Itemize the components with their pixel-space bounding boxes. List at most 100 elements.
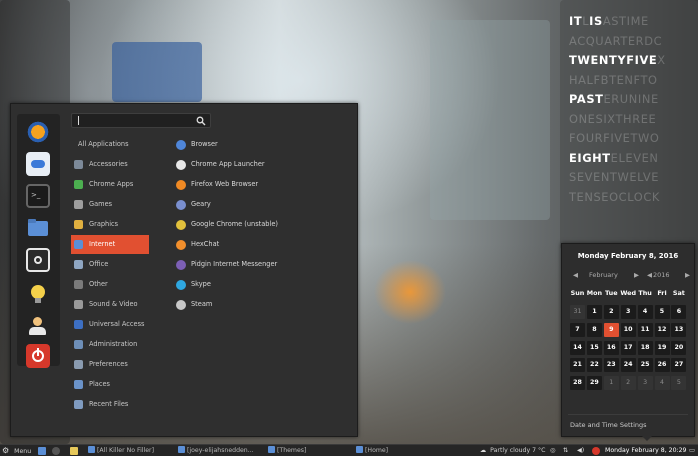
lightbulb-icon[interactable]: [26, 282, 50, 306]
category-administration[interactable]: Administration: [71, 335, 149, 354]
app-item[interactable]: Geary: [173, 195, 343, 214]
category-preferences[interactable]: Preferences: [71, 355, 149, 374]
user-applet-icon[interactable]: ◎: [550, 445, 555, 456]
calendar-day[interactable]: 13: [671, 322, 687, 337]
prev-month-icon[interactable]: ◀: [573, 271, 578, 279]
category-recent-files[interactable]: Recent Files: [71, 395, 149, 414]
search-box[interactable]: [71, 113, 211, 128]
category-office[interactable]: Office: [71, 255, 149, 274]
terminal-icon[interactable]: >_: [26, 184, 50, 208]
network-icon[interactable]: ⇅: [563, 445, 568, 456]
menu-applet[interactable]: ⚙ Menu: [2, 445, 31, 456]
calendar-day[interactable]: 26: [654, 358, 670, 373]
category-label: Games: [89, 200, 113, 208]
category-universal-access[interactable]: Universal Access: [71, 315, 149, 334]
weather-applet[interactable]: ☁ Partly cloudy 7 °C: [480, 445, 545, 456]
user-logout-icon[interactable]: [26, 314, 50, 338]
calendar-day[interactable]: 7: [570, 322, 585, 337]
category-chrome-apps[interactable]: Chrome Apps: [71, 175, 149, 194]
app-item[interactable]: Firefox Web Browser: [173, 175, 343, 194]
next-year-icon[interactable]: ▶: [685, 271, 690, 279]
app-label: Browser: [191, 140, 218, 148]
calendar-day[interactable]: 12: [654, 322, 670, 337]
word-clock-active-word: IT: [569, 14, 583, 28]
window-joey-elijahsnedden[interactable]: [joey-elijahsnedden...: [178, 446, 254, 456]
search-input[interactable]: [75, 115, 185, 127]
notification-icon[interactable]: [592, 447, 600, 455]
word-clock-letters: ELEVEN: [610, 150, 659, 165]
calendar-day[interactable]: 5: [654, 305, 670, 319]
universal-access-icon: [74, 320, 83, 329]
calendar-day[interactable]: 14: [570, 340, 585, 355]
calendar-day[interactable]: 28: [570, 376, 585, 391]
show-desktop-icon[interactable]: [38, 447, 46, 455]
app-item[interactable]: Google Chrome (unstable): [173, 215, 343, 234]
window-all-killer-no-filler[interactable]: [All Killer No Filler]: [88, 446, 154, 456]
calendar-day[interactable]: 3: [620, 305, 636, 319]
app-item[interactable]: Skype: [173, 275, 343, 294]
category-label: Internet: [89, 240, 116, 248]
search-icon[interactable]: [196, 116, 206, 126]
category-other[interactable]: Other: [71, 275, 149, 294]
calendar-day[interactable]: 2: [620, 376, 636, 391]
calendar-day[interactable]: 17: [620, 340, 636, 355]
app-item[interactable]: Steam: [173, 295, 343, 314]
category-graphics[interactable]: Graphics: [71, 215, 149, 234]
word-clock-row: ITLISASTIME: [569, 12, 687, 32]
calendar-day[interactable]: 16: [603, 340, 619, 355]
calendar-day[interactable]: 24: [620, 358, 636, 373]
category-games[interactable]: Games: [71, 195, 149, 214]
calendar-day-today[interactable]: 9: [603, 322, 619, 337]
screenshot-icon[interactable]: [26, 248, 50, 272]
settings-toggle-icon[interactable]: [26, 152, 50, 176]
calendar-day[interactable]: 23: [603, 358, 619, 373]
next-month-icon[interactable]: ▶: [634, 271, 639, 279]
steam-launcher-icon[interactable]: [52, 447, 60, 455]
category-sound-video[interactable]: Sound & Video: [71, 295, 149, 314]
calendar-day[interactable]: 2: [603, 305, 619, 319]
app-item[interactable]: Browser: [173, 135, 343, 154]
calendar-day[interactable]: 1: [603, 376, 619, 391]
calendar-day[interactable]: 27: [671, 358, 687, 373]
calendar-day[interactable]: 19: [654, 340, 670, 355]
calendar-day[interactable]: 4: [637, 305, 653, 319]
prev-year-icon[interactable]: ◀: [647, 271, 652, 279]
calendar-month: February: [589, 271, 618, 279]
word-clock-letters: ERUNINE: [603, 92, 659, 106]
volume-icon[interactable]: ◀): [577, 445, 584, 456]
calendar-day[interactable]: 15: [586, 340, 602, 355]
calendar-day[interactable]: 21: [570, 358, 585, 373]
category-all-applications[interactable]: All Applications: [71, 135, 149, 154]
category-places[interactable]: Places: [71, 375, 149, 394]
calendar-day[interactable]: 4: [654, 376, 670, 391]
app-item[interactable]: HexChat: [173, 235, 343, 254]
date-time-settings-link[interactable]: Date and Time Settings: [570, 421, 647, 429]
workspace-switcher-icon[interactable]: ▭: [689, 445, 695, 456]
calendar-day[interactable]: 20: [671, 340, 687, 355]
sound-video-icon: [74, 300, 83, 309]
category-accessories[interactable]: Accessories: [71, 155, 149, 174]
calendar-day[interactable]: 10: [620, 322, 636, 337]
calendar-day[interactable]: 5: [671, 376, 687, 391]
calendar-day[interactable]: 18: [637, 340, 653, 355]
category-label: Accessories: [89, 160, 128, 168]
calendar-day[interactable]: 29: [586, 376, 602, 391]
app-item[interactable]: Pidgin Internet Messenger: [173, 255, 343, 274]
window-home[interactable]: [Home]: [356, 446, 388, 456]
calendar-day[interactable]: 3: [637, 376, 653, 391]
calendar-day[interactable]: 8: [586, 322, 602, 337]
calendar-day[interactable]: 6: [671, 305, 687, 319]
window-themes[interactable]: [Themes]: [268, 446, 306, 456]
files-icon[interactable]: [26, 216, 50, 240]
firefox-icon[interactable]: [26, 120, 50, 144]
category-internet[interactable]: Internet: [71, 235, 149, 254]
app-item[interactable]: Chrome App Launcher: [173, 155, 343, 174]
calendar-day[interactable]: 11: [637, 322, 653, 337]
text-editor-launcher-icon[interactable]: [70, 447, 78, 455]
calendar-day[interactable]: 31: [570, 305, 585, 319]
power-icon[interactable]: [26, 344, 50, 368]
panel-clock[interactable]: Monday February 8, 20:29: [605, 445, 686, 456]
calendar-day[interactable]: 22: [586, 358, 602, 373]
calendar-day[interactable]: 1: [586, 305, 602, 319]
calendar-day[interactable]: 25: [637, 358, 653, 373]
